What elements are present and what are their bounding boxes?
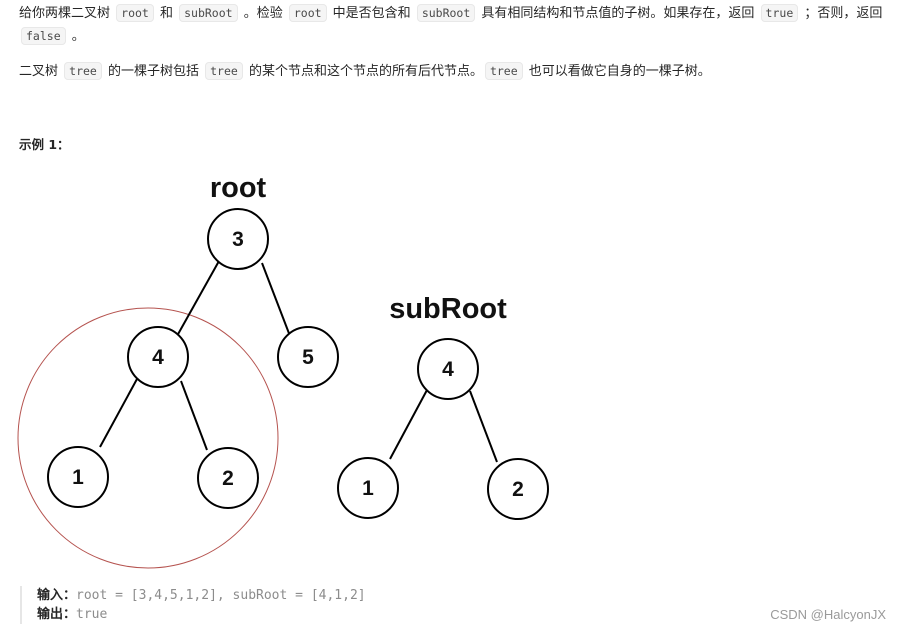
text-segment: 具有相同结构和节点值的子树。如果存在，返回 [477,6,759,21]
inline-code: root [116,4,154,22]
example-input-line: 输入：root = [3,4,5,1,2], subRoot = [4,1,2] [37,586,366,605]
output-value: true [76,607,108,622]
node-value: 3 [232,228,244,251]
root-node-2: 2 [197,447,259,509]
problem-description-paragraph-2: 二叉树 tree 的一棵子树包括 tree 的某个节点和这个节点的所有后代节点。… [19,60,894,83]
subroot-node-4: 4 [417,338,479,400]
inline-code: tree [64,62,102,80]
inline-code: tree [205,62,243,80]
edge-3-5 [261,262,291,337]
text-segment: 。 [67,29,85,44]
node-value: 1 [362,477,374,500]
text-segment: 和 [155,6,178,21]
output-label: 输出： [37,607,77,622]
text-segment: 给你两棵二叉树 [19,6,115,21]
inline-code: false [21,27,66,45]
problem-page: 给你两棵二叉树 root 和 subRoot 。检验 root 中是否包含和 s… [0,0,902,633]
node-value: 2 [512,478,524,501]
edge-4-1 [99,378,138,448]
csdn-watermark: CSDN @HalcyonJX [770,607,886,622]
text-segment: ；否则，返回 [800,6,883,21]
example-output-line: 输出：true [37,605,366,624]
node-value: 4 [442,358,454,381]
sub-edge-4-2 [469,390,498,463]
node-value: 2 [222,467,234,490]
example-io-block: 输入：root = [3,4,5,1,2], subRoot = [4,1,2]… [20,586,366,624]
root-node-4: 4 [127,326,189,388]
subroot-tree-title: subRoot [389,293,507,325]
inline-code: root [288,4,327,22]
node-value: 5 [302,346,314,369]
example-title: 示例 1： [19,137,70,152]
root-node-3: 3 [207,208,269,270]
inline-code: subRoot [416,4,476,22]
edge-4-2 [180,380,208,451]
input-value: root = [3,4,5,1,2], subRoot = [4,1,2] [76,588,366,603]
text-segment: 的某个节点和这个节点的所有后代节点。 [244,64,483,79]
text-segment: 也可以看做它自身的一棵子树。 [524,64,711,79]
root-tree-title: root [210,172,267,204]
text-segment: 的一棵子树包括 [103,64,204,79]
text-segment: 中是否包含和 [328,6,415,21]
inline-code: true [760,4,799,22]
node-value: 4 [152,346,164,369]
root-node-5: 5 [277,326,339,388]
root-node-1: 1 [47,446,109,508]
sub-edge-4-1 [389,389,428,460]
tree-diagram: root 3 4 5 1 2 subRoot 4 1 2 [17,172,549,569]
subroot-node-1: 1 [337,457,399,519]
inline-code: tree [484,62,523,80]
node-value: 1 [72,466,84,489]
text-segment: 。检验 [239,6,287,21]
subroot-node-2: 2 [487,458,549,520]
problem-description-paragraph-1: 给你两棵二叉树 root 和 subRoot 。检验 root 中是否包含和 s… [19,2,894,48]
input-label: 输入： [37,588,77,603]
text-segment: 二叉树 [19,64,63,79]
inline-code: subRoot [179,4,238,22]
